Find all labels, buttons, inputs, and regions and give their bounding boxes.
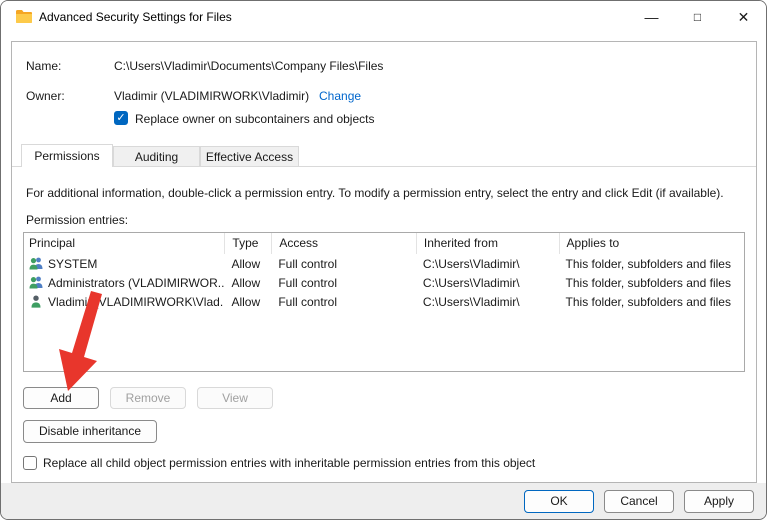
user-icon <box>29 295 44 308</box>
cancel-button[interactable]: Cancel <box>604 490 674 513</box>
advanced-security-settings-dialog: Advanced Security Settings for Files — □… <box>0 0 767 520</box>
change-owner-link[interactable]: Change <box>319 89 361 103</box>
column-header-applies-to[interactable]: Applies to <box>559 233 744 254</box>
close-button[interactable]: ✕ <box>721 1 766 33</box>
apply-button-label: Apply <box>704 494 734 508</box>
table-header: Principal Type Access Inherited from App… <box>24 233 744 254</box>
replace-owner-label: Replace owner on subcontainers and objec… <box>135 112 374 126</box>
close-icon: ✕ <box>738 9 750 26</box>
check-icon: ✓ <box>116 112 125 124</box>
disable-inheritance-button[interactable]: Disable inheritance <box>23 420 157 443</box>
entry-access: Full control <box>271 276 416 290</box>
column-header-access[interactable]: Access <box>271 233 416 254</box>
owner-label: Owner: <box>26 89 65 103</box>
remove-button[interactable]: Remove <box>110 387 186 409</box>
principal-name: Administrators (VLADIMIRWOR... <box>48 276 224 290</box>
tab-divider <box>12 166 756 167</box>
add-button[interactable]: Add <box>23 387 99 409</box>
apply-button[interactable]: Apply <box>684 490 754 513</box>
add-button-label: Add <box>50 391 71 405</box>
info-text: For additional information, double-click… <box>26 186 724 200</box>
entry-inherited-from: C:\Users\Vladimir\ <box>416 257 559 271</box>
permission-entries-label: Permission entries: <box>26 213 128 227</box>
permission-entries-table: Principal Type Access Inherited from App… <box>23 232 745 372</box>
entry-type: Allow <box>224 257 271 271</box>
tab-label: Permissions <box>34 149 99 163</box>
owner-value: Vladimir (VLADIMIRWORK\Vladimir) <box>114 89 309 103</box>
entry-inherited-from: C:\Users\Vladimir\ <box>416 276 559 290</box>
replace-child-checkbox[interactable] <box>23 456 37 470</box>
view-button-label: View <box>222 391 248 405</box>
view-button[interactable]: View <box>197 387 273 409</box>
entry-access: Full control <box>271 295 416 309</box>
ok-button[interactable]: OK <box>524 490 594 513</box>
table-row[interactable]: Administrators (VLADIMIRWOR... Allow Ful… <box>24 273 744 292</box>
column-header-inherited-from[interactable]: Inherited from <box>416 233 559 254</box>
window-title: Advanced Security Settings for Files <box>39 10 232 24</box>
maximize-icon: □ <box>694 10 701 24</box>
minimize-icon: — <box>645 9 659 25</box>
group-icon <box>29 257 44 270</box>
tab-label: Auditing <box>135 150 178 164</box>
column-header-principal[interactable]: Principal <box>24 233 224 254</box>
table-row[interactable]: SYSTEM Allow Full control C:\Users\Vladi… <box>24 254 744 273</box>
name-value: C:\Users\Vladimir\Documents\Company File… <box>114 59 383 73</box>
entry-applies-to: This folder, subfolders and files <box>559 257 744 271</box>
tab-permissions[interactable]: Permissions <box>21 144 113 167</box>
entry-type: Allow <box>224 295 271 309</box>
principal-name: Vladimir (VLADIMIRWORK\Vlad... <box>48 295 224 309</box>
name-label: Name: <box>26 59 61 73</box>
column-header-type[interactable]: Type <box>224 233 271 254</box>
maximize-button[interactable]: □ <box>675 1 720 33</box>
entry-inherited-from: C:\Users\Vladimir\ <box>416 295 559 309</box>
table-row[interactable]: Vladimir (VLADIMIRWORK\Vlad... Allow Ful… <box>24 292 744 311</box>
disable-inheritance-label: Disable inheritance <box>39 424 141 438</box>
entry-applies-to: This folder, subfolders and files <box>559 295 744 309</box>
cancel-button-label: Cancel <box>620 494 657 508</box>
entry-type: Allow <box>224 276 271 290</box>
title-bar: Advanced Security Settings for Files — □… <box>1 1 766 33</box>
replace-child-label: Replace all child object permission entr… <box>43 456 535 470</box>
minimize-button[interactable]: — <box>629 1 674 33</box>
tab-label: Effective Access <box>206 150 293 164</box>
entry-applies-to: This folder, subfolders and files <box>559 276 744 290</box>
remove-button-label: Remove <box>126 391 171 405</box>
footer-bar: OK Cancel Apply <box>1 483 767 520</box>
principal-name: SYSTEM <box>48 257 97 271</box>
ok-button-label: OK <box>550 494 567 508</box>
folder-icon <box>15 9 33 24</box>
tab-effective-access[interactable]: Effective Access <box>200 146 299 167</box>
tab-auditing[interactable]: Auditing <box>113 146 200 167</box>
replace-owner-checkbox[interactable]: ✓ <box>114 111 128 125</box>
entry-access: Full control <box>271 257 416 271</box>
group-icon <box>29 276 44 289</box>
